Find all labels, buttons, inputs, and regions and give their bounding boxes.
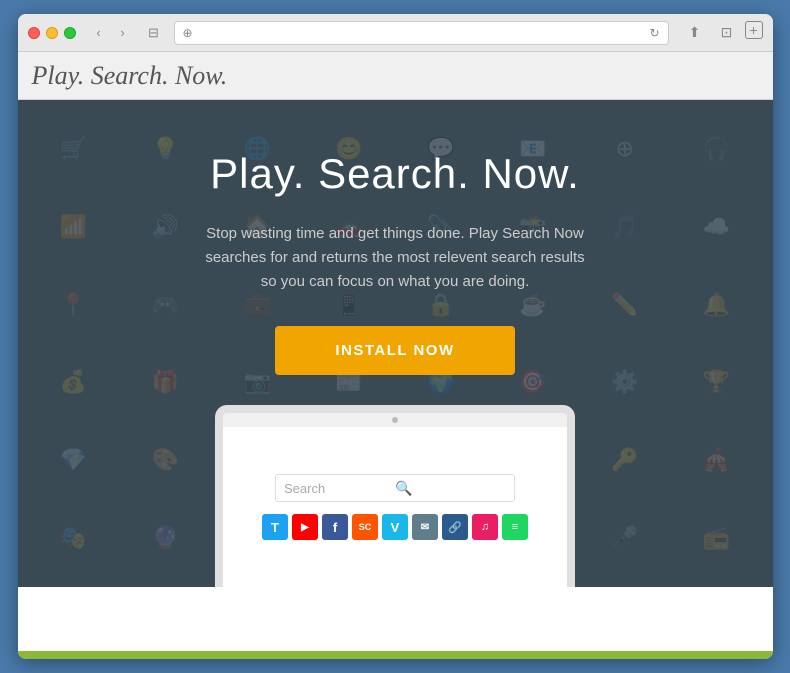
bg-icon: 🔮	[119, 499, 211, 577]
address-bar[interactable]: ⊕ ↻	[174, 21, 669, 45]
hero-title: Play. Search. Now.	[210, 150, 580, 198]
fullscreen-button[interactable]: ⊡	[713, 21, 741, 45]
social-icon-music[interactable]: ♫	[472, 514, 498, 540]
bg-icon: ✏️	[579, 266, 671, 344]
bg-icon: 💰	[28, 344, 120, 422]
close-button[interactable]	[28, 27, 40, 39]
bg-icon: 🎁	[119, 344, 211, 422]
minimize-button[interactable]	[46, 27, 58, 39]
nav-buttons: ‹ ›	[88, 22, 134, 44]
traffic-lights	[28, 27, 76, 39]
bg-icon: 📻	[671, 499, 763, 577]
bg-icon: 📍	[28, 266, 120, 344]
bg-icon: 🎤	[579, 499, 671, 577]
bg-icon: 🔑	[579, 421, 671, 499]
refresh-icon[interactable]: ↻	[649, 26, 659, 40]
bg-icon: 🔔	[671, 266, 763, 344]
bg-icon: 💡	[119, 110, 211, 188]
footer-bar	[18, 651, 773, 659]
hero-subtitle: Stop wasting time and get things done. P…	[205, 222, 585, 294]
social-icon-link[interactable]: 🔗	[442, 514, 468, 540]
browser-window: ‹ › ⊟ ⊕ ↻ ⬆ ⊡ + Play. Search. Now. 🛒 💡 🌐…	[18, 14, 773, 659]
hero-section: 🛒 💡 🌐 😊 💬 📧 ⊕ 🎧 📶 🔊 🏠 🚗 📎 📸 🎵 ☁️ 📍 🎮 💼	[18, 100, 773, 587]
social-icon-facebook[interactable]: f	[322, 514, 348, 540]
title-bar: ‹ › ⊟ ⊕ ↻ ⬆ ⊡ +	[18, 14, 773, 52]
bg-icon: 🎮	[119, 266, 211, 344]
install-now-button[interactable]: INSTALL NOW	[275, 326, 514, 375]
laptop-search-bar[interactable]: Search 🔍	[275, 474, 515, 502]
laptop-frame: Search 🔍 T ▶ f SC V ✉ 🔗 ♫ ≡	[215, 405, 575, 587]
site-title: Play. Search. Now.	[32, 61, 228, 91]
laptop-search-icon: 🔍	[395, 480, 506, 497]
laptop-camera	[392, 417, 398, 423]
forward-button[interactable]: ›	[112, 22, 134, 44]
bg-icon: ⚙️	[579, 344, 671, 422]
browser-navbar: Play. Search. Now.	[18, 52, 773, 100]
new-tab-button[interactable]: +	[745, 21, 763, 39]
social-icons-row: T ▶ f SC V ✉ 🔗 ♫ ≡	[262, 514, 528, 540]
laptop-search-placeholder: Search	[284, 481, 395, 496]
share-button[interactable]: ⬆	[681, 21, 709, 45]
bg-icon: 🎧	[671, 110, 763, 188]
bg-icon: 💎	[28, 421, 120, 499]
bg-icon: 🛒	[28, 110, 120, 188]
social-icon-twitter[interactable]: T	[262, 514, 288, 540]
social-icon-vimeo[interactable]: V	[382, 514, 408, 540]
laptop-mockup: Search 🔍 T ▶ f SC V ✉ 🔗 ♫ ≡	[215, 405, 575, 587]
laptop-screen: Search 🔍 T ▶ f SC V ✉ 🔗 ♫ ≡	[223, 427, 567, 587]
social-icon-spotify[interactable]: ≡	[502, 514, 528, 540]
social-icon-soundcloud[interactable]: SC	[352, 514, 378, 540]
bg-icon: 📶	[28, 188, 120, 266]
back-button[interactable]: ‹	[88, 22, 110, 44]
address-bar-prefix-icon: ⊕	[183, 26, 193, 40]
bg-icon: ☁️	[671, 188, 763, 266]
bg-icon: 🔊	[119, 188, 211, 266]
maximize-button[interactable]	[64, 27, 76, 39]
social-icon-youtube[interactable]: ▶	[292, 514, 318, 540]
bg-icon: ⊕	[579, 110, 671, 188]
page-content: 🛒 💡 🌐 😊 💬 📧 ⊕ 🎧 📶 🔊 🏠 🚗 📎 📸 🎵 ☁️ 📍 🎮 💼	[18, 100, 773, 651]
bg-icon: 🎵	[579, 188, 671, 266]
tab-icon[interactable]: ⊟	[140, 22, 168, 44]
bg-icon: 🎪	[671, 421, 763, 499]
bg-icon: 🏆	[671, 344, 763, 422]
bg-icon: 🎭	[28, 499, 120, 577]
toolbar-right: ⬆ ⊡ +	[681, 21, 763, 45]
social-icon-email[interactable]: ✉	[412, 514, 438, 540]
bg-icon: 🎨	[119, 421, 211, 499]
